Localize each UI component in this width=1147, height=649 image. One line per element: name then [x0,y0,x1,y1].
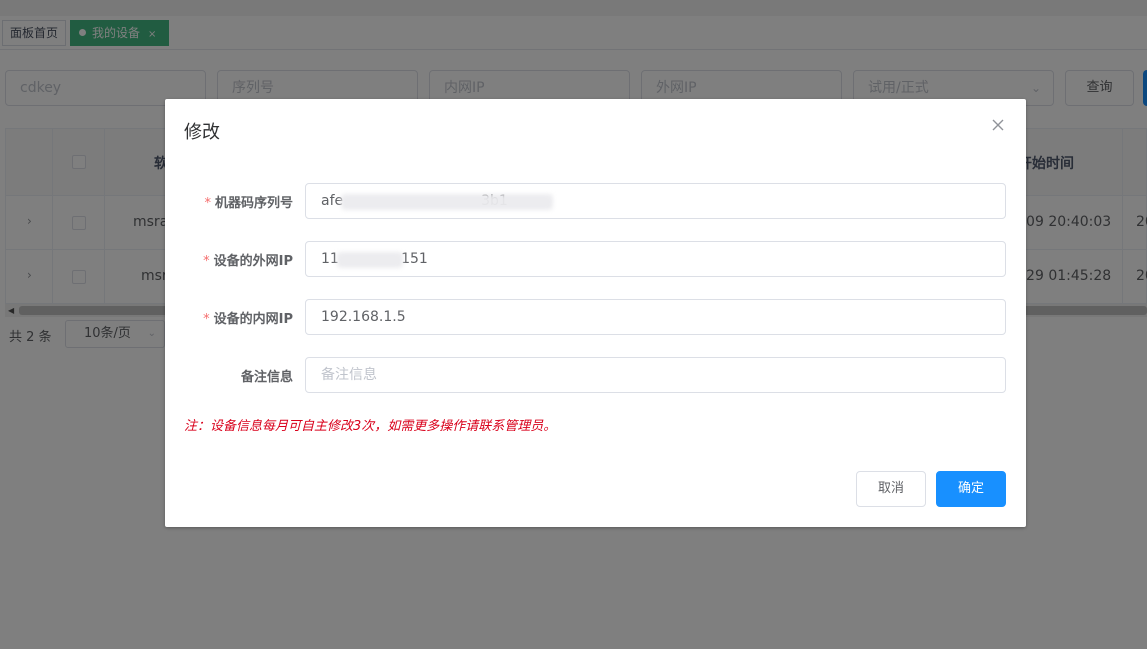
wan-ip-field[interactable] [305,241,1006,277]
edit-limit-note: 注：设备信息每月可自主修改3次，如需更多操作请联系管理员。 [184,419,557,434]
required-mark: * [203,312,210,327]
dialog-title: 修改 [184,122,220,143]
lan-ip-label: * 设备的内网IP [203,312,293,327]
close-icon[interactable] [990,117,1006,133]
confirm-button[interactable]: 确定 [936,471,1006,507]
remark-field[interactable] [305,357,1006,393]
remark-label: 备注信息 [240,370,293,385]
serial-label: * 机器码序列号 [204,196,293,211]
cancel-button[interactable]: 取消 [856,471,926,507]
lan-ip-field[interactable] [305,299,1006,335]
wan-ip-label: * 设备的外网IP [203,254,293,269]
required-mark: * [204,196,211,211]
edit-device-dialog: 修改 *机器码序列号 *设备的外网IP *设备的内网IP 备注信息 注：设备信息… [165,99,1026,527]
required-mark: * [203,254,210,269]
redaction-blur [341,194,553,210]
redaction-blur [337,252,403,268]
